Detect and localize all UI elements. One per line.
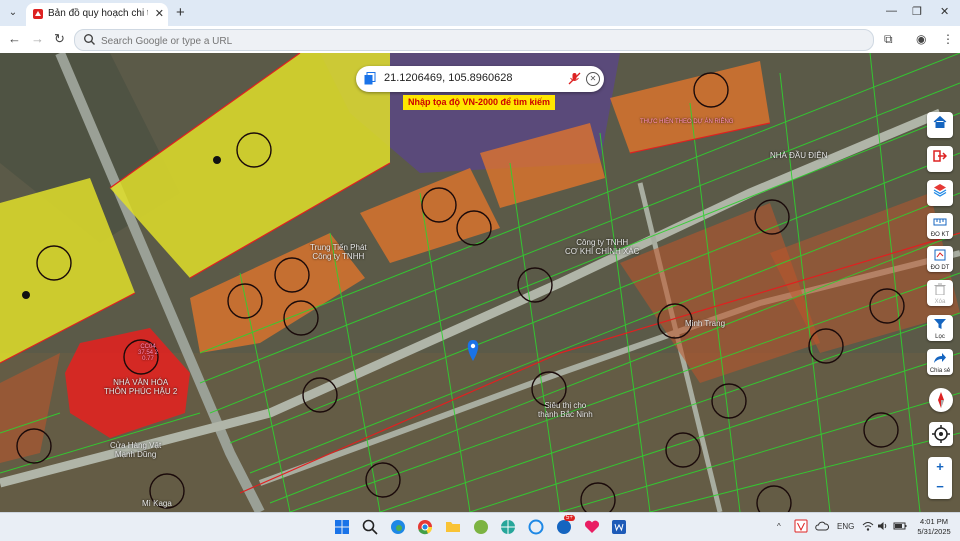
battery-icon[interactable]: [893, 520, 907, 532]
clear-coordinate-icon[interactable]: ✕: [586, 72, 600, 86]
tray-overflow-icon[interactable]: ^: [777, 522, 781, 531]
language-indicator[interactable]: ENG: [837, 522, 854, 531]
share-button[interactable]: Chia sẻ: [927, 349, 953, 375]
delete-button[interactable]: Xóa: [927, 280, 953, 306]
culture-house-label: NHÀ VĂN HÓA THÔN PHÚC HẬU 2: [104, 378, 178, 396]
clock-time: 4:01 PM: [920, 517, 948, 526]
notification-badge: 5+: [564, 515, 575, 521]
vn2000-hint[interactable]: Nhập tọa độ VN-2000 để tìm kiếm: [403, 95, 556, 110]
mic-off-icon[interactable]: [568, 72, 581, 85]
trash-icon: [934, 283, 946, 295]
search-icon: [84, 34, 95, 45]
omnibox[interactable]: [74, 29, 874, 51]
app-green-icon[interactable]: [472, 518, 490, 536]
heart-app-icon[interactable]: [583, 518, 601, 536]
layers-icon: [933, 184, 947, 197]
home-button[interactable]: [927, 112, 953, 138]
window-close-icon[interactable]: ✕: [940, 5, 949, 18]
home-icon: [933, 115, 947, 128]
tray-app-icon[interactable]: [794, 519, 808, 533]
word-icon[interactable]: [610, 518, 628, 536]
locate-button[interactable]: [929, 422, 953, 446]
compass-icon: [938, 392, 944, 408]
delete-label: Xóa: [934, 299, 946, 305]
maximize-icon[interactable]: ❐: [912, 5, 922, 18]
share-label: Chia sẻ: [929, 368, 951, 374]
app-blue-icon[interactable]: [527, 518, 545, 536]
measure-area-label: ĐO DT: [930, 265, 950, 271]
tab-title: Bản đồ quy hoạch chi tiết Đông: [48, 8, 148, 19]
forward-icon[interactable]: →: [31, 31, 44, 46]
filter-button[interactable]: Lọc: [927, 315, 953, 341]
logout-button[interactable]: [927, 146, 953, 172]
filter-label: Lọc: [935, 334, 945, 340]
compass-button[interactable]: [929, 388, 953, 412]
minimize-icon[interactable]: —: [886, 5, 897, 17]
coordinate-value[interactable]: 21.1206469, 105.8960628: [384, 72, 512, 84]
tab-close-icon[interactable]: ✕: [155, 7, 164, 20]
trung-tien-label: Trung Tiến Phát Công ty TNHH: [310, 243, 367, 261]
measure-area-button[interactable]: ĐO DT: [927, 246, 953, 272]
logout-icon: [933, 150, 947, 162]
supermarket-label: Siêu thị cho thành Bắc Ninh: [538, 401, 593, 419]
filter-icon: [934, 319, 946, 329]
reload-icon[interactable]: ↻: [54, 31, 65, 47]
taskbar: 5+ ^ ENG 4:01 PM 5/31/2025: [0, 512, 960, 541]
thuc-hien-label: THỰC HIỆN THEO DỰ ÁN RIÊNG: [640, 119, 734, 125]
tab-search-button[interactable]: ⌄: [4, 4, 22, 22]
edge-icon[interactable]: [389, 518, 407, 536]
volume-icon[interactable]: [877, 520, 889, 532]
share-icon: [934, 353, 946, 363]
extensions-icon[interactable]: ⧉: [884, 32, 893, 47]
tab-strip: ⌄ Bản đồ quy hoạch chi tiết Đông ✕ + — ❐…: [0, 0, 960, 26]
menu-icon[interactable]: ⋮: [942, 32, 954, 46]
ruler-icon: [933, 218, 947, 226]
windows-start-icon[interactable]: [333, 518, 351, 536]
wifi-icon[interactable]: [862, 520, 874, 532]
zoom-control: + −: [928, 457, 952, 499]
zoom-out-button[interactable]: −: [928, 479, 952, 494]
map-canvas[interactable]: NHÀ VĂN HÓA THÔN PHÚC HẬU 2 Công ty TNHH…: [0, 53, 960, 512]
taskbar-search-icon[interactable]: [361, 518, 379, 536]
crosshair-icon: [932, 425, 950, 443]
measure-length-label: ĐO KT: [930, 232, 950, 238]
profile-icon[interactable]: ◉: [916, 32, 926, 46]
new-tab-button[interactable]: +: [176, 4, 185, 21]
system-clock[interactable]: 4:01 PM 5/31/2025: [912, 517, 956, 537]
active-tab[interactable]: Bản đồ quy hoạch chi tiết Đông ✕: [26, 3, 168, 26]
nha-dau-dien-label: NHÀ ĐẦU ĐIỆN: [770, 151, 828, 160]
browser-toolbar: ← → ↻ ⧉ ◉ ⋮: [0, 26, 960, 54]
area-icon: [934, 249, 946, 261]
coordinate-search-box[interactable]: 21.1206469, 105.8960628 ✕: [356, 66, 604, 92]
clock-date: 5/31/2025: [917, 527, 951, 536]
copy-icon[interactable]: [364, 72, 376, 85]
chrome-icon[interactable]: [416, 518, 434, 536]
file-explorer-icon[interactable]: [444, 518, 462, 536]
site-favicon-icon: [33, 9, 43, 19]
globe-app-icon[interactable]: [499, 518, 517, 536]
address-input[interactable]: [99, 32, 863, 50]
cua-hang-label: Cửa Hàng Vật Mạnh Dũng: [110, 441, 162, 459]
cloud-icon[interactable]: [815, 519, 829, 533]
zoom-in-button[interactable]: +: [928, 459, 952, 474]
back-icon[interactable]: ←: [8, 31, 21, 46]
minh-trang-label: Minh Trang: [685, 319, 726, 328]
company-label: Công ty TNHH CƠ KHÍ CHÍNH XÁC: [565, 238, 640, 256]
parcel-code-label: CC04 37.54 2 0.77: [138, 344, 159, 362]
measure-length-button[interactable]: ĐO KT: [927, 213, 953, 239]
mi-kaga-label: Mì Kaga: [142, 499, 172, 508]
layers-button[interactable]: [927, 180, 953, 206]
